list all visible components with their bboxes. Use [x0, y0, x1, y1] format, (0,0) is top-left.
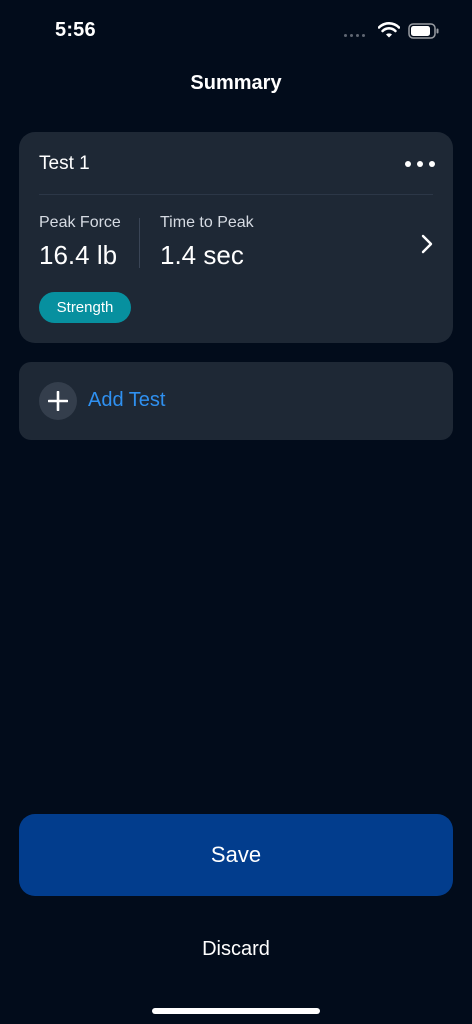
add-test-label: Add Test	[88, 389, 166, 411]
category-badge: Strength	[39, 292, 131, 323]
discard-button[interactable]: Discard	[0, 938, 472, 961]
plus-icon	[39, 382, 77, 420]
home-indicator	[152, 1008, 320, 1014]
metric-time-to-peak: Time to Peak 1.4 sec	[160, 214, 254, 271]
test-card-title: Test 1	[39, 153, 90, 174]
metric-label: Peak Force	[39, 214, 121, 231]
metric-label: Time to Peak	[160, 214, 254, 231]
wifi-icon	[378, 22, 400, 38]
add-test-button[interactable]: Add Test	[19, 362, 453, 440]
status-bar: 5:56	[0, 0, 472, 60]
battery-icon	[408, 23, 439, 39]
more-horizontal-icon[interactable]	[405, 152, 435, 176]
page-title: Summary	[190, 72, 282, 94]
save-button[interactable]: Save	[19, 814, 453, 896]
card-divider	[39, 194, 433, 195]
metric-value: 1.4 sec	[160, 240, 244, 270]
cellular-signal-icon	[344, 34, 365, 37]
chevron-right-icon[interactable]	[421, 234, 433, 254]
status-time: 5:56	[55, 19, 96, 41]
metric-value: 16.4 lb	[39, 240, 118, 270]
metric-peak-force: Peak Force 16.4 lb	[39, 214, 121, 271]
metric-divider	[139, 218, 140, 268]
test-card[interactable]: Test 1 Peak Force 16.4 lb Time to Peak 1…	[19, 132, 453, 343]
